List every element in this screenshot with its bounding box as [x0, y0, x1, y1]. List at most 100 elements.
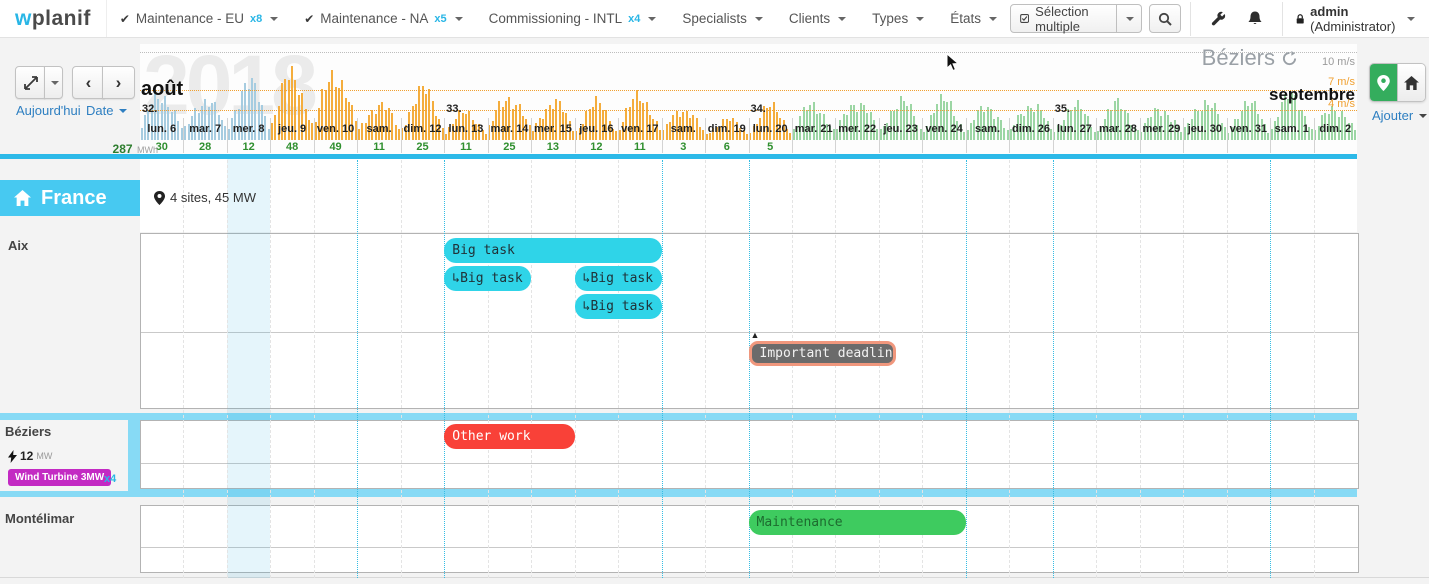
- check-icon: ✔: [120, 12, 130, 26]
- home-icon: [1404, 76, 1419, 90]
- day-grid-line: [1314, 160, 1315, 578]
- day-label: mer. 15: [531, 120, 574, 138]
- day-grid-line: [488, 160, 489, 578]
- task-bar-other-work[interactable]: Other work: [444, 424, 574, 449]
- day-grid-line: [1140, 160, 1141, 578]
- day-label: lun. 27: [1053, 120, 1096, 138]
- day-label: lun. 13: [444, 120, 487, 138]
- day-label: mar. 14: [488, 120, 531, 138]
- task-bar--big-task[interactable]: ↳Big task: [575, 294, 662, 319]
- daily-mwh-value: 48: [270, 140, 313, 153]
- site-power-beziers: 12 MW: [8, 449, 52, 463]
- week-number: 34.: [751, 103, 766, 115]
- date-dropdown[interactable]: Date: [86, 103, 127, 118]
- day-label: jeu. 16: [575, 120, 618, 138]
- daily-mwh-value: 3: [662, 140, 705, 153]
- day-label: dim. 2: [1314, 120, 1357, 138]
- gridline-10ms: [140, 52, 1357, 53]
- menu-commissioning-intl[interactable]: Commissioning - INTL x4: [476, 11, 670, 26]
- week-number: 35.: [1055, 103, 1070, 115]
- weekend-grid-line: [966, 160, 967, 578]
- timeline-scroll-indicator[interactable]: [0, 154, 1357, 159]
- task-bar--big-task[interactable]: ↳Big task: [575, 266, 662, 291]
- day-label: jeu. 9: [270, 120, 313, 138]
- menu-label: Commissioning - INTL: [489, 11, 623, 26]
- daily-mwh-value: 25: [488, 140, 531, 153]
- station-name: Béziers: [1202, 45, 1275, 71]
- map-pin-view-button[interactable]: [1370, 64, 1397, 101]
- day-grid-line: [531, 160, 532, 578]
- prev-period-button[interactable]: ‹: [72, 66, 105, 99]
- daily-mwh-value: 11: [618, 140, 661, 153]
- refresh-icon[interactable]: [1282, 51, 1297, 66]
- add-dropdown[interactable]: Ajouter: [1372, 108, 1427, 123]
- logo-rest: planif: [32, 7, 91, 31]
- date-dropdown-label: Date: [86, 103, 113, 118]
- chevron-down-icon: [51, 81, 59, 85]
- fit-zoom-button[interactable]: [15, 66, 47, 99]
- task-bar-maintenance[interactable]: Maintenance: [749, 510, 966, 535]
- beziers-row-divider: [141, 463, 1358, 464]
- sites-summary-text: 4 sites, 45 MW: [170, 190, 256, 205]
- country-band-france[interactable]: France: [0, 180, 140, 216]
- today-link[interactable]: Aujourd'hui: [16, 103, 81, 118]
- site-label-montelimar[interactable]: Montélimar: [5, 511, 74, 526]
- today-column-highlight: [227, 159, 270, 578]
- mouse-cursor: [946, 53, 959, 72]
- menu-maintenance-eu[interactable]: ✔ Maintenance - EU x8: [107, 11, 291, 26]
- bottom-separator: [0, 577, 1429, 578]
- add-label: Ajouter: [1372, 108, 1413, 123]
- home-view-button[interactable]: [1397, 64, 1425, 101]
- day-label: dim. 26: [1009, 120, 1052, 138]
- zoom-dropdown-button[interactable]: [44, 66, 63, 99]
- aix-row-divider: [141, 332, 1358, 333]
- chevron-down-icon: [270, 17, 278, 21]
- menu-maintenance-na[interactable]: ✔ Maintenance - NA x5: [291, 11, 475, 26]
- gridline-4ms: [140, 110, 1357, 111]
- wplanif-app: 2018 août septembre 32.33.34.35. lun. 6m…: [0, 0, 1429, 584]
- multi-select-button[interactable]: Sélection multiple: [1010, 4, 1117, 33]
- site-label-beziers[interactable]: Béziers: [5, 424, 51, 439]
- week-number: 33.: [446, 103, 461, 115]
- notifications-button[interactable]: [1237, 11, 1273, 26]
- day-grid-line: [618, 160, 619, 578]
- day-label: mar. 28: [1096, 120, 1139, 138]
- menu-clients[interactable]: Clients: [776, 11, 859, 26]
- wind-scale-10ms: 10 m/s: [1322, 56, 1355, 68]
- task-bar-big-task[interactable]: Big task: [444, 238, 661, 263]
- site-label-aix[interactable]: Aix: [8, 238, 28, 253]
- app-logo[interactable]: wplanif: [0, 0, 107, 37]
- weekend-grid-line: [444, 160, 445, 578]
- expand-icon: [24, 76, 38, 90]
- next-period-button[interactable]: ›: [102, 66, 135, 99]
- check-icon: ✔: [304, 12, 314, 26]
- daily-mwh-value: 11: [444, 140, 487, 153]
- menu-etats[interactable]: États: [937, 11, 1010, 26]
- user-role: (Administrator): [1310, 19, 1395, 34]
- search-button[interactable]: [1149, 4, 1181, 33]
- menu-specialists[interactable]: Specialists: [669, 11, 776, 26]
- week-number: 32.: [142, 103, 157, 115]
- day-grid-line: [1183, 160, 1184, 578]
- checkbox-checked-icon: [1020, 12, 1029, 25]
- search-icon: [1158, 12, 1172, 26]
- menu-count: x4: [628, 13, 640, 25]
- montelimar-section-box: [140, 505, 1359, 573]
- menu-label: Clients: [789, 11, 830, 26]
- bell-icon: [1248, 11, 1262, 26]
- task-bar-important-deadline[interactable]: Important deadline: [749, 341, 897, 366]
- month-label-august: août: [141, 78, 183, 101]
- multi-select-dropdown[interactable]: [1117, 4, 1142, 33]
- wind-scale-7ms: 7 m/s: [1328, 76, 1355, 88]
- daily-mwh-value: 28: [183, 140, 226, 153]
- user-menu[interactable]: admin (Administrator): [1292, 4, 1419, 34]
- task-bar--big-task[interactable]: ↳Big task: [444, 266, 531, 291]
- day-grid-line: [183, 160, 184, 578]
- day-label: sam.: [357, 120, 400, 138]
- menu-types[interactable]: Types: [859, 11, 937, 26]
- tools-button[interactable]: [1200, 11, 1237, 26]
- turbine-badge[interactable]: Wind Turbine 3MW: [8, 469, 111, 486]
- daily-mwh-value: 12: [227, 140, 270, 153]
- chevron-down-icon: [838, 17, 846, 21]
- chevron-down-icon: [1419, 114, 1427, 118]
